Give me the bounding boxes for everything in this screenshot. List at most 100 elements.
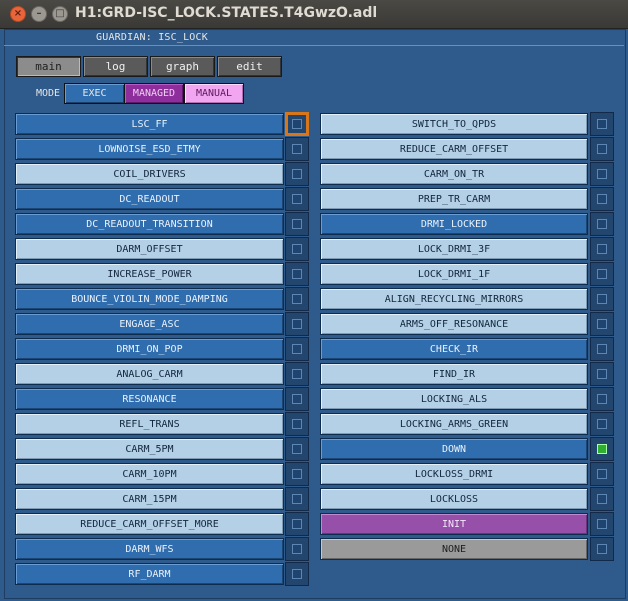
state-button[interactable]: LSC_FF <box>15 113 284 135</box>
state-indicator <box>590 262 614 286</box>
state-button[interactable]: DC_READOUT_TRANSITION <box>15 213 284 235</box>
indicator-square-icon <box>597 394 607 404</box>
state-indicator <box>285 212 309 236</box>
indicator-square-icon <box>597 144 607 154</box>
state-button[interactable]: PREP_TR_CARM <box>320 188 588 210</box>
state-button[interactable]: ANALOG_CARM <box>15 363 284 385</box>
state-button[interactable]: DRMI_ON_POP <box>15 338 284 360</box>
indicator-square-icon <box>292 144 302 154</box>
indicator-square-icon <box>597 519 607 529</box>
state-indicator <box>590 387 614 411</box>
state-button[interactable]: DARM_WFS <box>15 538 284 560</box>
state-button[interactable]: INCREASE_POWER <box>15 263 284 285</box>
state-button[interactable]: LOCKLOSS_DRMI <box>320 463 588 485</box>
state-indicator <box>590 412 614 436</box>
indicator-square-icon <box>597 469 607 479</box>
state-button[interactable]: LOCK_DRMI_3F <box>320 238 588 260</box>
indicator-square-icon <box>597 244 607 254</box>
state-indicator <box>590 112 614 136</box>
indicator-square-icon <box>292 294 302 304</box>
indicator-square-icon <box>292 194 302 204</box>
state-button[interactable]: CARM_5PM <box>15 438 284 460</box>
state-indicator <box>285 287 309 311</box>
state-button[interactable]: BOUNCE_VIOLIN_MODE_DAMPING <box>15 288 284 310</box>
minimize-window-button[interactable]: – <box>31 6 47 22</box>
close-window-button[interactable]: × <box>10 6 26 22</box>
state-button[interactable]: REFL_TRANS <box>15 413 284 435</box>
state-button[interactable]: SWITCH_TO_QPDS <box>320 113 588 135</box>
state-indicator <box>590 537 614 561</box>
state-button[interactable]: CARM_ON_TR <box>320 163 588 185</box>
guardian-label: GUARDIAN: ISC_LOCK <box>96 32 208 43</box>
state-indicator <box>285 487 309 511</box>
mode-exec-button[interactable]: EXEC <box>64 83 125 104</box>
state-button[interactable]: ALIGN_RECYCLING_MIRRORS <box>320 288 588 310</box>
state-button[interactable]: LOCKING_ARMS_GREEN <box>320 413 588 435</box>
mode-managed-button[interactable]: MANAGED <box>124 83 184 104</box>
state-indicator <box>590 287 614 311</box>
state-button[interactable]: LOCK_DRMI_1F <box>320 263 588 285</box>
state-indicator <box>590 462 614 486</box>
indicator-square-icon <box>292 444 302 454</box>
indicator-square-icon <box>597 544 607 554</box>
indicator-square-icon <box>292 319 302 329</box>
state-button[interactable]: INIT <box>320 513 588 535</box>
graph-button[interactable]: graph <box>150 56 215 77</box>
indicator-square-icon <box>597 194 607 204</box>
state-button[interactable]: DRMI_LOCKED <box>320 213 588 235</box>
state-button[interactable]: COIL_DRIVERS <box>15 163 284 185</box>
state-button[interactable]: RESONANCE <box>15 388 284 410</box>
header-divider <box>4 45 624 46</box>
main-button[interactable]: main <box>16 56 81 77</box>
state-indicator <box>590 487 614 511</box>
state-indicator <box>590 337 614 361</box>
target-state-indicator <box>285 112 309 136</box>
state-button[interactable]: ARMS_OFF_RESONANCE <box>320 313 588 335</box>
indicator-square-icon <box>292 269 302 279</box>
state-button[interactable]: DOWN <box>320 438 588 460</box>
state-indicator <box>285 262 309 286</box>
indicator-square-icon <box>292 119 302 129</box>
state-button[interactable]: REDUCE_CARM_OFFSET <box>320 138 588 160</box>
state-indicator <box>285 237 309 261</box>
window-title: H1:GRD-ISC_LOCK.STATES.T4GwzO.adl <box>75 5 378 21</box>
maximize-window-button[interactable]: □ <box>52 6 68 22</box>
state-button[interactable]: CHECK_IR <box>320 338 588 360</box>
state-indicator <box>285 362 309 386</box>
state-button[interactable]: ENGAGE_ASC <box>15 313 284 335</box>
state-button[interactable]: DARM_OFFSET <box>15 238 284 260</box>
indicator-square-icon <box>597 319 607 329</box>
state-button[interactable]: LOCKLOSS <box>320 488 588 510</box>
state-indicator <box>285 537 309 561</box>
state-indicator <box>285 312 309 336</box>
state-indicator <box>285 187 309 211</box>
indicator-square-icon <box>292 394 302 404</box>
state-indicator <box>285 437 309 461</box>
edit-button[interactable]: edit <box>217 56 282 77</box>
state-indicator <box>285 562 309 586</box>
state-indicator <box>590 512 614 536</box>
state-button[interactable]: FIND_IR <box>320 363 588 385</box>
mode-manual-button[interactable]: MANUAL <box>184 83 244 104</box>
state-indicator <box>590 162 614 186</box>
indicator-square-icon <box>292 369 302 379</box>
indicator-square-icon <box>292 169 302 179</box>
state-button[interactable]: CARM_15PM <box>15 488 284 510</box>
state-indicator <box>590 137 614 161</box>
mode-label: MODE <box>36 88 61 99</box>
title-bar: × – □ H1:GRD-ISC_LOCK.STATES.T4GwzO.adl <box>0 0 628 29</box>
state-indicator <box>590 237 614 261</box>
state-indicator <box>285 337 309 361</box>
medm-window: × – □ H1:GRD-ISC_LOCK.STATES.T4GwzO.adl … <box>0 0 628 601</box>
state-button[interactable]: RF_DARM <box>15 563 284 585</box>
state-button[interactable]: LOCKING_ALS <box>320 388 588 410</box>
indicator-square-icon <box>597 344 607 354</box>
state-button[interactable]: REDUCE_CARM_OFFSET_MORE <box>15 513 284 535</box>
state-button[interactable]: NONE <box>320 538 588 560</box>
log-button[interactable]: log <box>83 56 148 77</box>
indicator-square-icon <box>292 219 302 229</box>
state-indicator <box>590 312 614 336</box>
state-button[interactable]: LOWNOISE_ESD_ETMY <box>15 138 284 160</box>
state-button[interactable]: CARM_10PM <box>15 463 284 485</box>
state-button[interactable]: DC_READOUT <box>15 188 284 210</box>
